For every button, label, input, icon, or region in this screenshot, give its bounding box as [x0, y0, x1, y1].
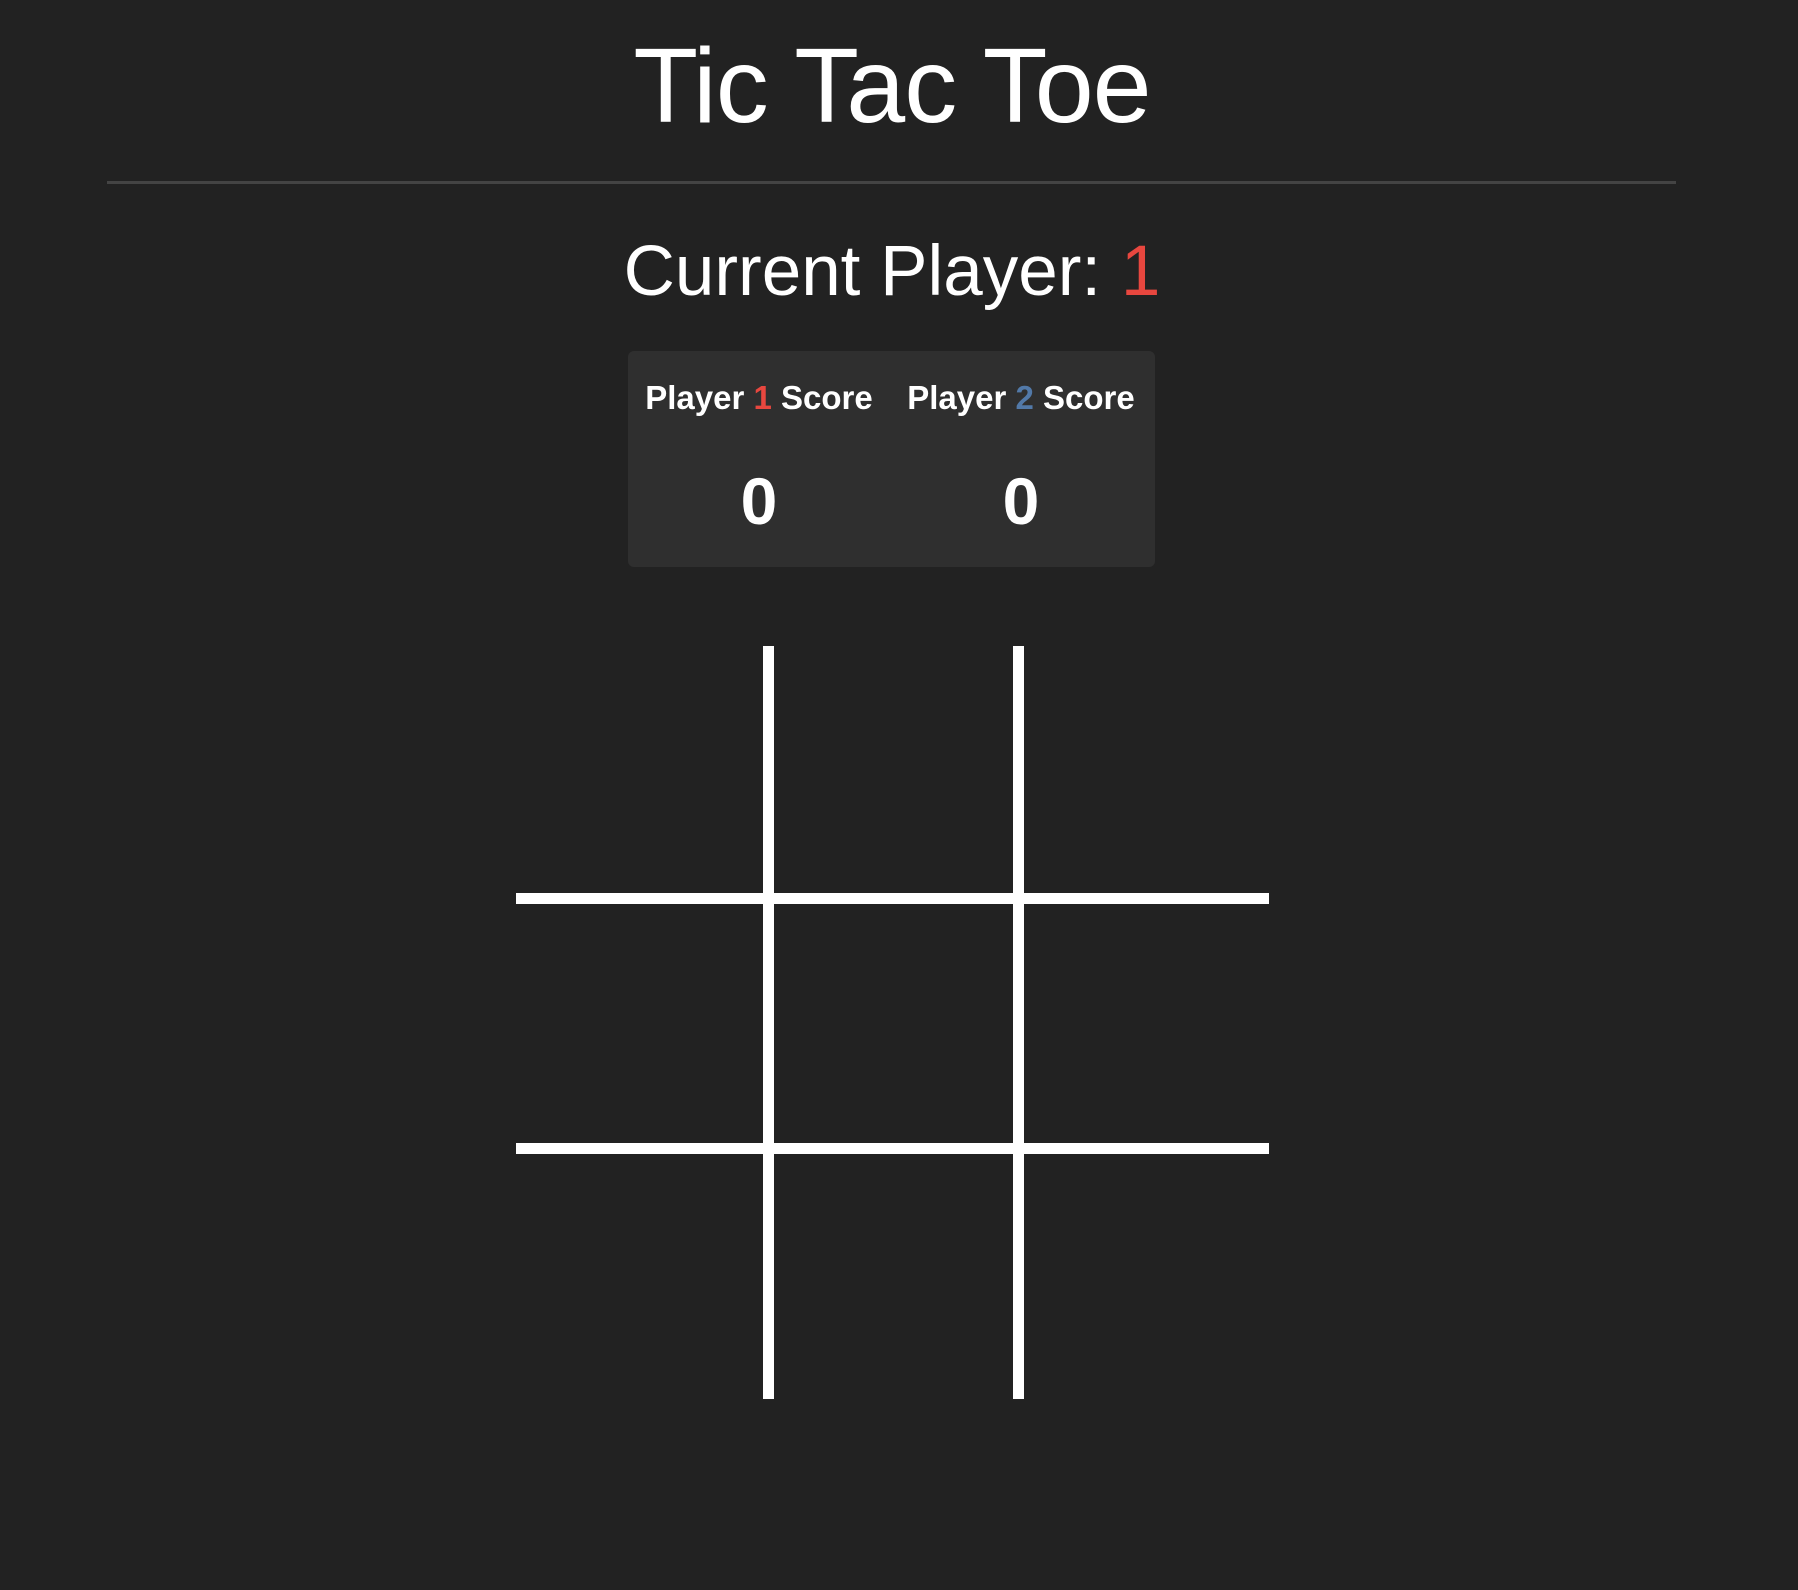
header-divider: [107, 181, 1676, 184]
board-cell-4[interactable]: [516, 899, 762, 1145]
grid-line-vertical-2: [1013, 646, 1024, 1399]
board-cell-6[interactable]: [1023, 899, 1269, 1145]
current-player-label: Current Player:: [623, 232, 1102, 311]
page-title: Tic Tac Toe: [633, 27, 1151, 145]
player1-number: 1: [753, 379, 772, 416]
board-cell-2[interactable]: [769, 646, 1015, 892]
player1-label: Player: [645, 379, 745, 416]
board-cell-5[interactable]: [769, 899, 1015, 1145]
board-cell-9[interactable]: [1023, 1153, 1269, 1399]
player2-score-value: 0: [1002, 464, 1040, 538]
player1-score-label: Score: [781, 379, 873, 416]
player2-score-heading: Player 2 Score: [890, 375, 1152, 421]
grid-line-horizontal-2: [516, 1143, 1269, 1154]
board-cell-1[interactable]: [516, 646, 762, 892]
board-cell-3[interactable]: [1023, 646, 1269, 892]
player1-score-panel: Player 1 Score 0: [628, 375, 890, 541]
grid-line-vertical-1: [763, 646, 774, 1399]
current-player-status: Current Player: 1: [0, 230, 1784, 314]
grid-line-horizontal-1: [516, 893, 1269, 904]
game-board: [516, 646, 1269, 1399]
player2-score-label: Score: [1043, 379, 1135, 416]
player1-score-value: 0: [740, 464, 778, 538]
player2-label: Player: [907, 379, 1007, 416]
board-cell-7[interactable]: [516, 1153, 762, 1399]
scoreboard: Player 1 Score 0 Player 2 Score 0: [628, 351, 1155, 567]
current-player-number: 1: [1120, 232, 1161, 311]
board-cell-8[interactable]: [769, 1153, 1015, 1399]
player2-number: 2: [1015, 379, 1034, 416]
player2-score-panel: Player 2 Score 0: [890, 375, 1152, 541]
player1-score-heading: Player 1 Score: [628, 375, 890, 421]
